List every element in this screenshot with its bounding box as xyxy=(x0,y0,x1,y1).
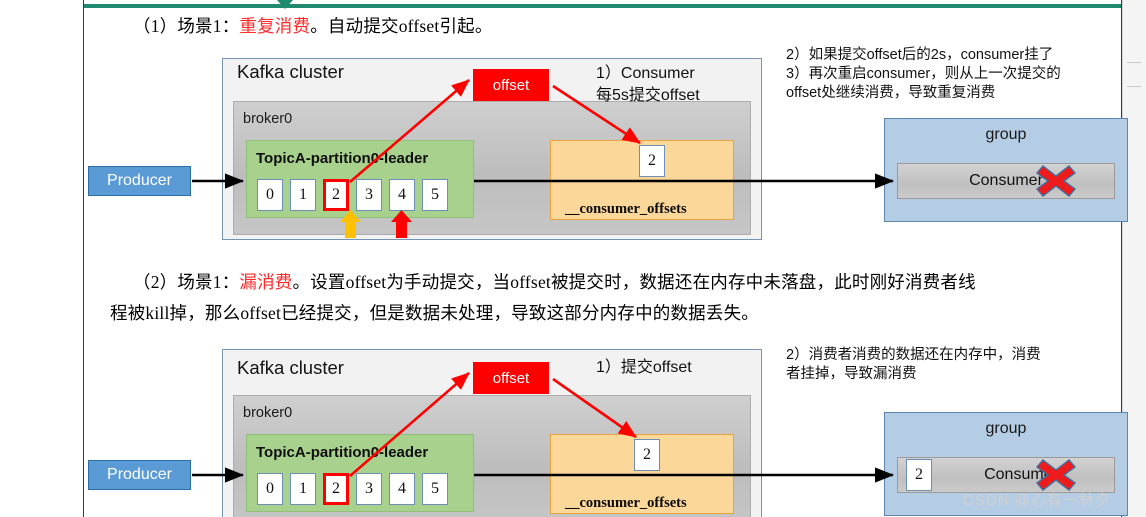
scenario1-note-line2: 3）再次重启consumer，则从上一次提交的 xyxy=(786,66,1061,82)
partition-cell[interactable]: 3 xyxy=(356,473,382,505)
document-left-edge xyxy=(83,0,84,517)
step1-note-1-line2: 每5s提交offset xyxy=(596,87,700,104)
broker-title-1: broker0 xyxy=(243,111,293,127)
partition-cell[interactable]: 1 xyxy=(290,473,316,505)
step1-note-2: 1）提交offset xyxy=(596,359,692,376)
partition-cell[interactable]: 3 xyxy=(356,179,382,211)
partition-cell-selected[interactable]: 2 xyxy=(323,473,349,505)
offset-tag-label-1: offset xyxy=(492,76,530,94)
producer-box-1[interactable]: Producer xyxy=(88,166,191,196)
broker-title-2: broker0 xyxy=(243,405,293,421)
section2-paragraph-highlight: 漏消费 xyxy=(239,272,293,292)
section2-paragraph-suffix: 。设置offset为手动提交，当offset被提交时，数据还在内存中未落盘，此时… xyxy=(292,272,976,292)
partition-cells-1: 0 1 2 3 4 5 xyxy=(257,179,448,211)
offset-tag-2: offset xyxy=(473,362,549,394)
producer-label-1: Producer xyxy=(107,172,172,189)
consumer-offsets-label-1: __consumer_offsets xyxy=(565,201,687,217)
screenshot-root: （1）场景1：重复消费。自动提交offset引起。 Producer Kafka… xyxy=(0,0,1146,517)
section1-paragraph-highlight: 重复消费 xyxy=(239,16,311,36)
scenario1-notes: 2）如果提交offset后的2s，consumer挂了 3）再次重启consum… xyxy=(786,46,1116,103)
step1-note-1: 1）Consumer 每5s提交offset xyxy=(596,63,746,107)
partition-cell[interactable]: 1 xyxy=(290,179,316,211)
consumer-dead-x-icon-1 xyxy=(1035,164,1077,198)
scenario2-note-line2: 者挂掉，导致漏消费 xyxy=(786,366,917,382)
partition-cell[interactable]: 0 xyxy=(257,473,283,505)
partition-cells-2: 0 1 2 3 4 5 xyxy=(257,473,448,505)
gutter-tick xyxy=(1127,86,1141,87)
section1-paragraph-prefix: （1）场景1： xyxy=(133,16,240,36)
section1-paragraph-suffix: 。自动提交offset引起。 xyxy=(310,16,493,36)
scenario1-note-line1: 2）如果提交offset后的2s，consumer挂了 xyxy=(786,47,1054,63)
consumer-box-1[interactable]: Consumer xyxy=(897,163,1115,199)
topic-partition-title-2: TopicA-partition0-leader xyxy=(256,444,429,461)
consumer-offset-badge-2: 2 xyxy=(906,459,932,491)
scenario1-note-line3: offset处继续消费，导致重复消费 xyxy=(786,85,996,101)
csdn-watermark: CSDN @心有一林夕 xyxy=(963,492,1111,509)
section2-paragraph-prefix: （2）场景1： xyxy=(133,272,240,292)
consumer-offsets-value-2: 2 xyxy=(634,439,660,471)
consumer-group-title-2: group xyxy=(985,420,1027,437)
producer-label-2: Producer xyxy=(107,466,172,483)
scenario2-note-line1: 2）消费者消费的数据还在内存中，消费 xyxy=(786,347,1041,363)
offset-tag-label-2: offset xyxy=(492,369,530,387)
partition-cell[interactable]: 5 xyxy=(422,179,448,211)
step1-note-1-line1: 1）Consumer xyxy=(596,65,695,82)
partition-cell-selected[interactable]: 2 xyxy=(323,179,349,211)
kafka-cluster-title-1: Kafka cluster xyxy=(237,61,344,82)
partition-cell[interactable]: 0 xyxy=(257,179,283,211)
consumer-group-title-1: group xyxy=(985,126,1027,143)
section2-paragraph-line1: （2）场景1：漏消费。设置offset为手动提交，当offset被提交时，数据还… xyxy=(133,268,976,296)
partition-cell[interactable]: 4 xyxy=(389,473,415,505)
gutter-tick xyxy=(1127,62,1141,63)
consumer-dead-x-icon-2 xyxy=(1035,458,1077,492)
topic-partition-title-1: TopicA-partition0-leader xyxy=(256,150,429,167)
consumer-offsets-label-2: __consumer_offsets xyxy=(565,495,687,511)
top-green-rule xyxy=(84,4,1121,8)
offset-tag-1: offset xyxy=(473,69,549,101)
consumer-offsets-value-1: 2 xyxy=(639,145,665,177)
partition-cell[interactable]: 5 xyxy=(422,473,448,505)
kafka-cluster-title-2: Kafka cluster xyxy=(237,357,344,378)
consumer-label-1: Consumer xyxy=(969,172,1043,189)
section1-paragraph: （1）场景1：重复消费。自动提交offset引起。 xyxy=(133,12,493,40)
scenario2-notes: 2）消费者消费的数据还在内存中，消费 者挂掉，导致漏消费 xyxy=(786,346,1116,384)
producer-box-2[interactable]: Producer xyxy=(88,460,191,490)
partition-cell[interactable]: 4 xyxy=(389,179,415,211)
section2-paragraph-line2: 程被kill掉，那么offset已经提交，但是数据未处理，导致这部分内存中的数据… xyxy=(110,303,759,323)
